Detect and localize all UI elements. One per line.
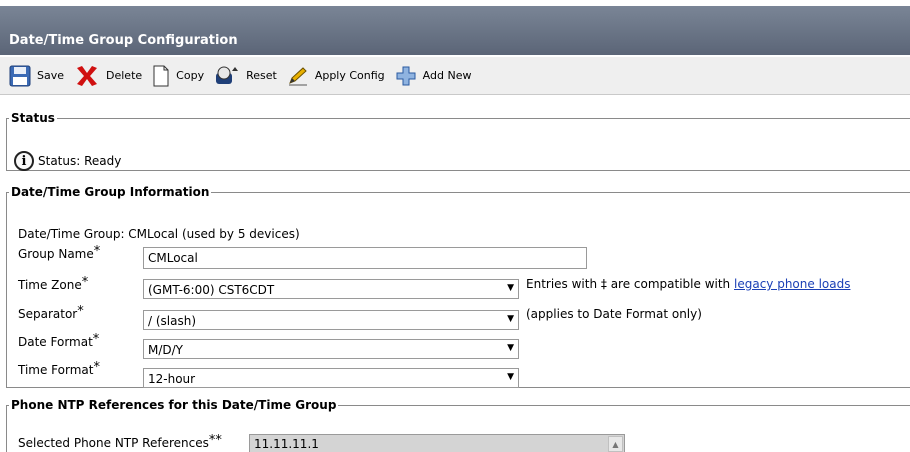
toolbar: Save Delete Copy Reset Apply Config Add … xyxy=(0,57,910,95)
floppy-disk-icon xyxy=(9,65,31,86)
info-icon: i xyxy=(14,151,34,171)
page-title-bar: Date/Time Group Configuration xyxy=(0,6,910,55)
info-legend: Date/Time Group Information xyxy=(11,185,210,199)
date-format-label: Date Format* xyxy=(18,332,100,349)
separator-label: Separator* xyxy=(18,304,84,321)
selected-ntp-listbox[interactable]: 11.11.11.1 ▲ xyxy=(249,434,625,452)
delete-button[interactable]: Delete xyxy=(74,64,142,88)
copy-button[interactable]: Copy xyxy=(152,65,204,87)
status-text: Status: Ready xyxy=(38,154,122,168)
separator-note: (applies to Date Format only) xyxy=(526,307,702,321)
group-name-label: Group Name* xyxy=(18,244,101,261)
time-zone-note: Entries with ‡ are compatible with legac… xyxy=(526,277,851,291)
save-button[interactable]: Save xyxy=(9,65,64,87)
page-title: Date/Time Group Configuration xyxy=(9,33,238,48)
plus-icon xyxy=(396,66,416,85)
copy-page-icon xyxy=(153,65,169,86)
apply-config-button[interactable]: Apply Config xyxy=(287,66,385,86)
apply-config-label: Apply Config xyxy=(314,69,385,82)
date-format-select[interactable]: M/D/Y ▼ xyxy=(143,339,519,359)
reset-button[interactable]: Reset xyxy=(214,65,277,87)
time-zone-select[interactable]: (GMT-6:00) CST6CDT ▼ xyxy=(143,279,519,299)
chevron-down-icon: ▼ xyxy=(507,343,514,353)
pencil-icon xyxy=(288,66,307,85)
scroll-up-icon[interactable]: ▲ xyxy=(608,436,623,452)
reset-label: Reset xyxy=(246,69,277,82)
legacy-phone-loads-link[interactable]: legacy phone loads xyxy=(734,277,850,291)
selected-ntp-label: Selected Phone NTP References** xyxy=(18,433,222,450)
ntp-legend: Phone NTP References for this Date/Time … xyxy=(11,398,337,412)
datetime-group-info-section: Date/Time Group Information Date/Time Gr… xyxy=(6,185,910,388)
status-row: i Status: Ready xyxy=(14,151,121,171)
separator-select[interactable]: / (slash) ▼ xyxy=(143,310,519,330)
copy-label: Copy xyxy=(176,69,205,82)
chevron-down-icon: ▼ xyxy=(507,372,514,382)
save-label: Save xyxy=(37,69,65,82)
delete-x-icon xyxy=(77,65,98,86)
group-usage-line: Date/Time Group: CMLocal (used by 5 devi… xyxy=(18,227,300,241)
chevron-down-icon: ▼ xyxy=(507,283,514,293)
add-new-button[interactable]: Add New xyxy=(395,65,472,87)
time-format-label: Time Format* xyxy=(18,360,100,377)
delete-label: Delete xyxy=(106,69,143,82)
phone-ntp-references-section: Phone NTP References for this Date/Time … xyxy=(6,398,910,452)
list-item[interactable]: 11.11.11.1 xyxy=(254,437,620,451)
status-legend: Status xyxy=(11,111,55,125)
group-name-input[interactable] xyxy=(143,247,587,269)
reset-icon xyxy=(216,66,239,84)
add-new-label: Add New xyxy=(422,69,472,82)
time-zone-label: Time Zone* xyxy=(18,275,89,292)
chevron-down-icon: ▼ xyxy=(507,314,514,324)
time-format-select[interactable]: 12-hour ▼ xyxy=(143,368,519,388)
status-section: Status i Status: Ready xyxy=(6,111,910,171)
